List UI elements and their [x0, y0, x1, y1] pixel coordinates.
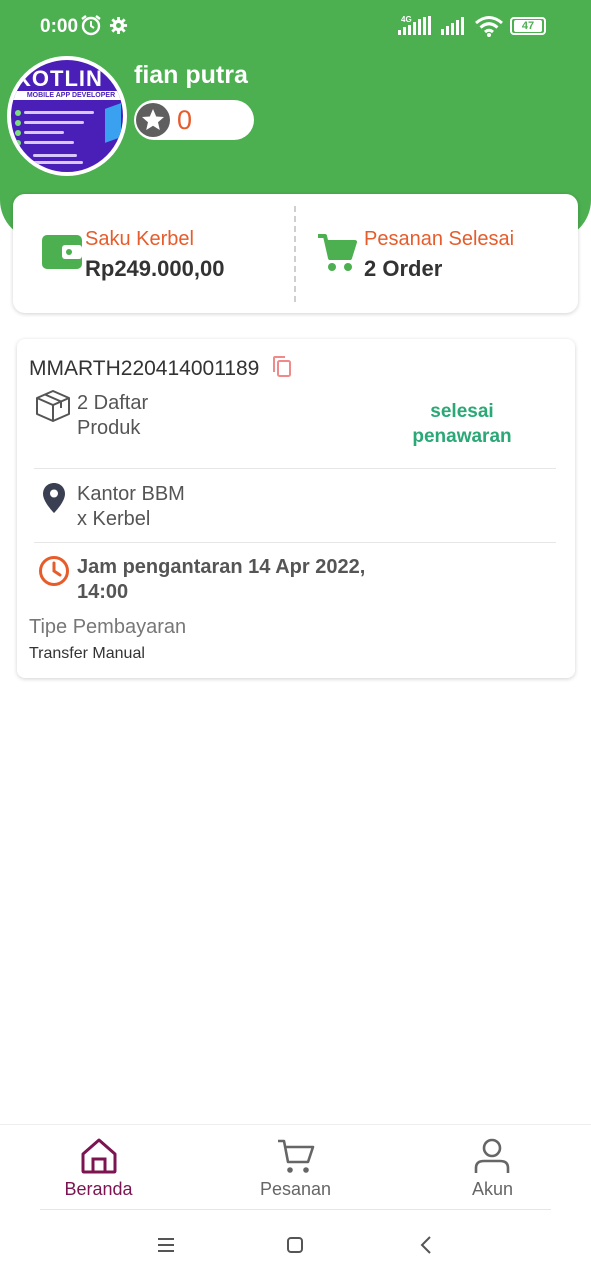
star-icon: [136, 103, 170, 137]
points-badge[interactable]: 0: [134, 100, 254, 140]
menu-icon[interactable]: [157, 1237, 175, 1258]
product-count: 2 Daftar Produk: [77, 391, 148, 441]
avatar-text-line: [24, 141, 74, 144]
nav-item-pesanan[interactable]: Pesanan: [197, 1125, 394, 1211]
cart-icon: [316, 232, 358, 279]
avatar-check-icon: [15, 140, 21, 146]
alarm-icon: [80, 14, 102, 41]
summary-card: Saku Kerbel Rp249.000,00 Pesanan Selesai…: [13, 194, 578, 313]
payment-type-value: Transfer Manual: [29, 645, 145, 662]
settings-gear-icon: [109, 16, 128, 40]
completed-orders-summary[interactable]: Pesanan Selesai 2 Order: [297, 194, 578, 313]
location-line2: x Kerbel: [77, 508, 151, 530]
battery-icon: 47: [510, 17, 546, 35]
divider: [34, 468, 556, 469]
summary-divider: [294, 206, 296, 302]
wallet-summary[interactable]: Saku Kerbel Rp249.000,00: [13, 194, 293, 313]
home-icon: [80, 1137, 118, 1180]
wallet-icon: [42, 233, 82, 276]
user-icon: [473, 1137, 511, 1180]
product-count-line1: 2 Daftar: [77, 392, 149, 414]
cart-outline-icon: [277, 1137, 315, 1180]
avatar-text-line: [24, 121, 84, 124]
status-time: 0:00: [40, 16, 79, 37]
payment-type-label: Tipe Pembayaran: [29, 616, 187, 638]
order-id: MMARTH220414001189: [29, 357, 260, 380]
avatar-stripe: [105, 103, 121, 143]
nav-label: Beranda: [64, 1179, 133, 1199]
app-screen: 0:00 4G 47 KOTLIN MOBILE APP DEVELOPER f…: [0, 0, 591, 1280]
order-status-badge: selesai penawaran: [397, 399, 527, 449]
completed-orders-label: Pesanan Selesai: [364, 228, 515, 250]
status-bar: 0:00 4G 47: [0, 0, 591, 52]
avatar[interactable]: KOTLIN MOBILE APP DEVELOPER: [7, 56, 127, 176]
divider: [34, 542, 556, 543]
package-box-icon: [35, 389, 71, 428]
wallet-balance: Rp249.000,00: [85, 256, 225, 281]
bottom-navigation: Beranda Pesanan Akun: [0, 1124, 591, 1210]
location-line1: Kantor BBM: [77, 483, 185, 505]
delivery-time-line1: Jam pengantaran 14 Apr 2022,: [77, 556, 366, 578]
avatar-check-icon: [15, 120, 21, 126]
avatar-subtitle: MOBILE APP DEVELOPER: [13, 91, 123, 100]
clock-icon: [38, 555, 70, 592]
avatar-check-icon: [15, 110, 21, 116]
completed-orders-count: 2 Order: [364, 256, 443, 281]
product-count-line2: Produk: [77, 417, 141, 439]
avatar-title: KOTLIN: [15, 66, 103, 91]
nav-label: Akun: [471, 1179, 514, 1199]
order-card[interactable]: MMARTH220414001189 2 Daftar Produk seles…: [17, 339, 575, 678]
avatar-text-line: [33, 154, 77, 157]
avatar-text-line: [24, 111, 94, 114]
delivery-time: Jam pengantaran 14 Apr 2022, 14:00: [77, 555, 397, 605]
avatar-check-icon: [15, 130, 21, 136]
order-status-line2: penawaran: [412, 426, 512, 447]
nav-label: Pesanan: [259, 1179, 332, 1199]
location-pin-icon: [42, 482, 66, 519]
delivery-location: Kantor BBM x Kerbel: [77, 482, 185, 532]
user-name: fian putra: [134, 61, 248, 89]
copy-icon[interactable]: [271, 355, 293, 384]
system-navigation-bar: [0, 1210, 591, 1280]
avatar-text-line: [24, 131, 64, 134]
battery-level: 47: [514, 20, 542, 32]
nav-item-beranda[interactable]: Beranda: [0, 1125, 197, 1211]
nav-item-akun[interactable]: Akun: [394, 1125, 591, 1211]
signal-icon-2: [441, 16, 467, 41]
home-square-icon[interactable]: [286, 1236, 304, 1259]
delivery-time-line2: 14:00: [77, 581, 129, 603]
back-icon[interactable]: [419, 1235, 433, 1260]
order-status-line1: selesai: [430, 401, 494, 422]
avatar-text-line: [33, 161, 83, 164]
signal-icon-1: [398, 16, 434, 41]
points-value: 0: [177, 105, 193, 135]
wallet-label: Saku Kerbel: [85, 228, 194, 250]
wifi-icon: [474, 15, 504, 42]
